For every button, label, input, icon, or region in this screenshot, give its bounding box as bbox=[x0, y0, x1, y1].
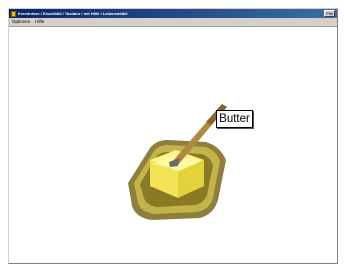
butter-dish-image[interactable] bbox=[0, 0, 344, 266]
object-label: Butter bbox=[216, 110, 253, 128]
